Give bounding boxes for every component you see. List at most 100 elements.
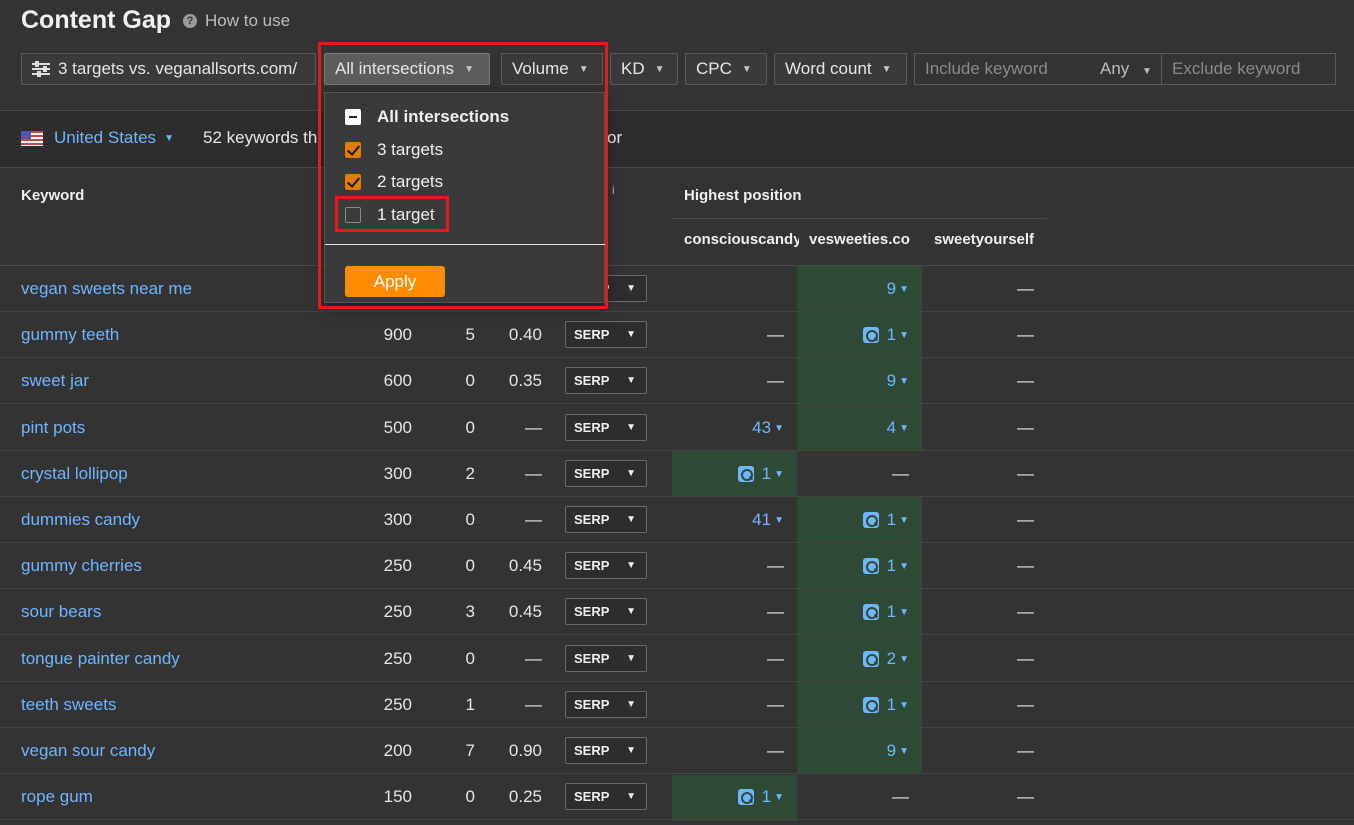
table-row: sour bears 250 3 0.45 SERP ▼ —1 ▼ — (0, 589, 1354, 635)
position-cell: — (672, 695, 784, 715)
any-select[interactable]: Any ▼ (1100, 59, 1152, 79)
cpc-value: — (525, 464, 542, 483)
position-cell: — (922, 787, 1034, 807)
serp-label: SERP (574, 466, 610, 481)
serp-button[interactable]: SERP ▼ (565, 460, 647, 487)
volume-value: 200 (383, 741, 412, 760)
any-label: Any (1100, 59, 1130, 78)
exclude-keyword-input[interactable]: Exclude keyword (1161, 53, 1336, 85)
serp-button[interactable]: SERP ▼ (565, 414, 647, 441)
position-cell[interactable]: 4 ▼ (797, 418, 909, 438)
volume-value: 300 (383, 464, 412, 483)
targets-button[interactable]: 3 targets vs. veganallsorts.com/ (21, 53, 316, 85)
position-cell[interactable]: 1 ▼ (672, 464, 784, 484)
keyword-link[interactable]: sour bears (21, 602, 101, 622)
how-to-use-link[interactable]: ? How to use (183, 11, 290, 31)
table-row: tongue painter candy 250 0— SERP ▼ —2 ▼ — (0, 636, 1354, 682)
position-cell[interactable]: 9 ▼ (797, 371, 909, 391)
position-value: 1 (886, 695, 897, 714)
kd-value: 7 (465, 741, 475, 760)
caret-down-icon: ▼ (899, 375, 909, 387)
keyword-link[interactable]: crystal lollipop (21, 464, 128, 484)
serp-button[interactable]: SERP ▼ (565, 598, 647, 625)
position-value: 1 (886, 325, 897, 344)
cpc-value: 0.45 (508, 602, 542, 621)
kd-value: 0 (465, 787, 475, 806)
position-cell[interactable]: 1 ▼ (797, 602, 909, 622)
serp-button[interactable]: SERP ▼ (565, 506, 647, 533)
position-cell[interactable]: 2 ▼ (797, 649, 909, 669)
caret-down-icon: ▼ (626, 468, 636, 479)
cpc-value: — (525, 695, 542, 714)
position-cell[interactable]: 1 ▼ (797, 510, 909, 530)
position-cell[interactable]: 1 ▼ (797, 695, 909, 715)
filter-toolbar: 3 targets vs. veganallsorts.com/ All int… (0, 53, 1354, 85)
volume-value: 300 (383, 510, 412, 529)
position-value: 1 (886, 556, 897, 575)
kd-filter[interactable]: KD ▼ (610, 53, 678, 85)
highlight-box-dropdown (318, 42, 608, 309)
serp-button[interactable]: SERP ▼ (565, 783, 647, 810)
position-value: — (1017, 371, 1034, 390)
caret-down-icon: ▼ (626, 791, 636, 802)
serp-label: SERP (574, 604, 610, 619)
serp-button[interactable]: SERP ▼ (565, 645, 647, 672)
keywords-count-tail: or (607, 128, 623, 147)
domain-header-3[interactable]: sweetyourself (934, 231, 1049, 248)
domain-header-1[interactable]: consciouscandy (684, 231, 799, 248)
keyword-link[interactable]: teeth sweets (21, 695, 116, 715)
position-cell: — (797, 787, 909, 807)
cpc-value: — (525, 510, 542, 529)
position-cell[interactable]: 41 ▼ (672, 510, 784, 530)
country-select[interactable]: United States ▼ (21, 128, 174, 148)
keyword-link[interactable]: vegan sweets near me (21, 279, 192, 299)
position-cell[interactable]: 9 ▼ (797, 279, 909, 299)
serp-button[interactable]: SERP ▼ (565, 552, 647, 579)
position-value: — (892, 787, 909, 806)
position-cell[interactable]: 1 ▼ (797, 556, 909, 576)
keyword-column-header[interactable]: Keyword (21, 187, 84, 204)
cpc-filter[interactable]: CPC ▼ (685, 53, 767, 85)
keyword-link[interactable]: tongue painter candy (21, 649, 180, 669)
highlight-box-1-target (335, 196, 449, 232)
position-cell: — (922, 556, 1034, 576)
keyword-link[interactable]: rope gum (21, 787, 93, 807)
position-cell[interactable]: 1 ▼ (672, 787, 784, 807)
include-keyword-input[interactable]: Include keyword Any ▼ (914, 53, 1162, 85)
serp-button[interactable]: SERP ▼ (565, 691, 647, 718)
caret-down-icon: ▼ (626, 653, 636, 664)
keyword-link[interactable]: dummies candy (21, 510, 140, 530)
position-cell[interactable]: 1 ▼ (797, 325, 909, 345)
caret-down-icon: ▼ (899, 653, 909, 665)
position-cell[interactable]: 43 ▼ (672, 418, 784, 438)
serp-button[interactable]: SERP ▼ (565, 367, 647, 394)
serp-label: SERP (574, 420, 610, 435)
position-cell: — (797, 464, 909, 484)
keyword-link[interactable]: vegan sour candy (21, 741, 155, 761)
page-title: Content Gap (21, 6, 171, 34)
domain-header-2[interactable]: vesweeties.co (809, 231, 924, 248)
serp-button[interactable]: SERP ▼ (565, 737, 647, 764)
title-row: Content Gap ? How to use (21, 6, 290, 35)
how-to-use-label: How to use (205, 10, 291, 30)
caret-down-icon: ▼ (774, 514, 784, 526)
serp-button[interactable]: SERP ▼ (565, 321, 647, 348)
highest-position-header: Highest position (684, 187, 802, 204)
position-cell: — (672, 325, 784, 345)
word-count-filter[interactable]: Word count ▼ (774, 53, 907, 85)
position-cell[interactable]: 9 ▼ (797, 741, 909, 761)
serp-feature-image-icon (862, 558, 879, 574)
kd-value: 0 (465, 510, 475, 529)
caret-down-icon: ▼ (881, 63, 892, 75)
caret-down-icon: ▼ (654, 63, 665, 75)
keyword-link[interactable]: sweet jar (21, 371, 89, 391)
caret-down-icon: ▼ (626, 745, 636, 756)
table-row: gummy teeth 900 5 0.40 SERP ▼ —1 ▼ — (0, 312, 1354, 358)
position-value: 9 (886, 279, 897, 298)
keyword-link[interactable]: gummy teeth (21, 325, 119, 345)
keyword-link[interactable]: pint pots (21, 418, 85, 438)
position-value: 1 (886, 510, 897, 529)
position-value: 9 (886, 741, 897, 760)
kd-value: 0 (465, 371, 475, 390)
keyword-link[interactable]: gummy cherries (21, 556, 142, 576)
